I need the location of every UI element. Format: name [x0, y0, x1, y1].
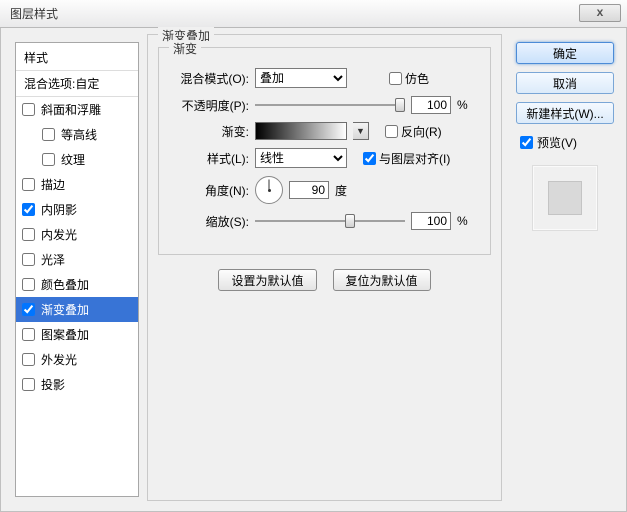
set-default-button[interactable]: 设置为默认值 — [218, 269, 316, 291]
sidebar-label-3: 描边 — [41, 176, 65, 193]
sidebar-label-0: 斜面和浮雕 — [41, 101, 101, 118]
angle-input[interactable] — [289, 181, 329, 199]
window-title: 图层样式 — [10, 5, 58, 22]
angle-unit-label: 度 — [335, 182, 347, 199]
sidebar-item-1[interactable]: 等高线 — [16, 122, 138, 147]
inner-group-title: 渐变 — [169, 40, 201, 57]
chevron-down-icon: ▼ — [356, 126, 365, 136]
align-checkbox[interactable]: 与图层对齐(I) — [363, 150, 450, 167]
sidebar-label-2: 纹理 — [61, 151, 85, 168]
reverse-checkbox[interactable]: 反向(R) — [385, 123, 442, 140]
sidebar-item-11[interactable]: 投影 — [16, 372, 138, 397]
percent-label: % — [457, 98, 468, 112]
gradient-dropdown-icon[interactable]: ▼ — [353, 122, 369, 140]
sidebar-checkbox-7[interactable] — [22, 278, 35, 291]
default-buttons-row: 设置为默认值 复位为默认值 — [158, 269, 491, 291]
blend-mode-label: 混合模式(O): — [171, 70, 249, 87]
opacity-input[interactable] — [411, 96, 451, 114]
sidebar-header[interactable]: 样式 — [16, 45, 138, 71]
sidebar-item-4[interactable]: 内阴影 — [16, 197, 138, 222]
sidebar-blend-options[interactable]: 混合选项:自定 — [16, 71, 138, 97]
styles-sidebar: 样式 混合选项:自定 斜面和浮雕等高线纹理描边内阴影内发光光泽颜色叠加渐变叠加图… — [15, 42, 139, 497]
titlebar: 图层样式 x — [0, 0, 627, 28]
preview-input[interactable] — [520, 136, 533, 149]
blend-mode-select[interactable]: 叠加 — [255, 68, 347, 88]
gradient-overlay-group: 渐变叠加 渐变 混合模式(O): 叠加 仿色 不透明度(P): % 渐变: — [147, 34, 502, 501]
angle-dial[interactable] — [255, 176, 283, 204]
sidebar-item-10[interactable]: 外发光 — [16, 347, 138, 372]
dialog-body: 样式 混合选项:自定 斜面和浮雕等高线纹理描边内阴影内发光光泽颜色叠加渐变叠加图… — [0, 28, 627, 512]
opacity-slider[interactable] — [255, 97, 405, 113]
gradient-row: 渐变: ▼ 反向(R) — [171, 122, 478, 140]
sidebar-item-3[interactable]: 描边 — [16, 172, 138, 197]
sidebar-checkbox-1[interactable] — [42, 128, 55, 141]
sidebar-item-6[interactable]: 光泽 — [16, 247, 138, 272]
percent-label-2: % — [457, 214, 468, 228]
scale-input[interactable] — [411, 212, 451, 230]
dither-input[interactable] — [389, 72, 402, 85]
sidebar-checkbox-5[interactable] — [22, 228, 35, 241]
preview-inner — [548, 181, 582, 215]
close-button[interactable]: x — [579, 4, 621, 22]
style-select[interactable]: 线性 — [255, 148, 347, 168]
sidebar-checkbox-9[interactable] — [22, 328, 35, 341]
sidebar-checkbox-0[interactable] — [22, 103, 35, 116]
sidebar-label-8: 渐变叠加 — [41, 301, 89, 318]
gradient-preview[interactable] — [255, 122, 347, 140]
gradient-inner-group: 渐变 混合模式(O): 叠加 仿色 不透明度(P): % 渐变: ▼ — [158, 47, 491, 255]
angle-label: 角度(N): — [171, 182, 249, 199]
align-input[interactable] — [363, 152, 376, 165]
sidebar-checkbox-2[interactable] — [42, 153, 55, 166]
sidebar-checkbox-10[interactable] — [22, 353, 35, 366]
scale-slider[interactable] — [255, 213, 405, 229]
sidebar-item-7[interactable]: 颜色叠加 — [16, 272, 138, 297]
reverse-input[interactable] — [385, 125, 398, 138]
sidebar-item-8[interactable]: 渐变叠加 — [16, 297, 138, 322]
scale-label: 缩放(S): — [171, 213, 249, 230]
gradient-label: 渐变: — [171, 123, 249, 140]
style-label: 样式(L): — [171, 150, 249, 167]
preview-swatch — [532, 165, 598, 231]
main-panel: 渐变叠加 渐变 混合模式(O): 叠加 仿色 不透明度(P): % 渐变: — [139, 28, 512, 511]
sidebar-label-1: 等高线 — [61, 126, 97, 143]
opacity-label: 不透明度(P): — [171, 97, 249, 114]
cancel-button[interactable]: 取消 — [516, 72, 614, 94]
preview-checkbox[interactable]: 预览(V) — [516, 134, 614, 151]
sidebar-item-2[interactable]: 纹理 — [16, 147, 138, 172]
scale-row: 缩放(S): % — [171, 212, 478, 230]
sidebar-checkbox-6[interactable] — [22, 253, 35, 266]
angle-row: 角度(N): 度 — [171, 176, 478, 204]
sidebar-checkbox-3[interactable] — [22, 178, 35, 191]
opacity-row: 不透明度(P): % — [171, 96, 478, 114]
sidebar-label-10: 外发光 — [41, 351, 77, 368]
sidebar-label-7: 颜色叠加 — [41, 276, 89, 293]
blend-mode-row: 混合模式(O): 叠加 仿色 — [171, 68, 478, 88]
new-style-button[interactable]: 新建样式(W)... — [516, 102, 614, 124]
sidebar-checkbox-4[interactable] — [22, 203, 35, 216]
reset-default-button[interactable]: 复位为默认值 — [333, 269, 431, 291]
sidebar-label-11: 投影 — [41, 376, 65, 393]
sidebar-checkbox-8[interactable] — [22, 303, 35, 316]
sidebar-item-9[interactable]: 图案叠加 — [16, 322, 138, 347]
style-row: 样式(L): 线性 与图层对齐(I) — [171, 148, 478, 168]
sidebar-item-5[interactable]: 内发光 — [16, 222, 138, 247]
sidebar-checkbox-11[interactable] — [22, 378, 35, 391]
sidebar-label-6: 光泽 — [41, 251, 65, 268]
right-panel: 确定 取消 新建样式(W)... 预览(V) — [512, 28, 626, 511]
sidebar-label-5: 内发光 — [41, 226, 77, 243]
sidebar-label-9: 图案叠加 — [41, 326, 89, 343]
close-icon: x — [597, 5, 604, 19]
sidebar-label-4: 内阴影 — [41, 201, 77, 218]
dither-checkbox[interactable]: 仿色 — [389, 70, 429, 87]
sidebar-item-0[interactable]: 斜面和浮雕 — [16, 97, 138, 122]
ok-button[interactable]: 确定 — [516, 42, 614, 64]
